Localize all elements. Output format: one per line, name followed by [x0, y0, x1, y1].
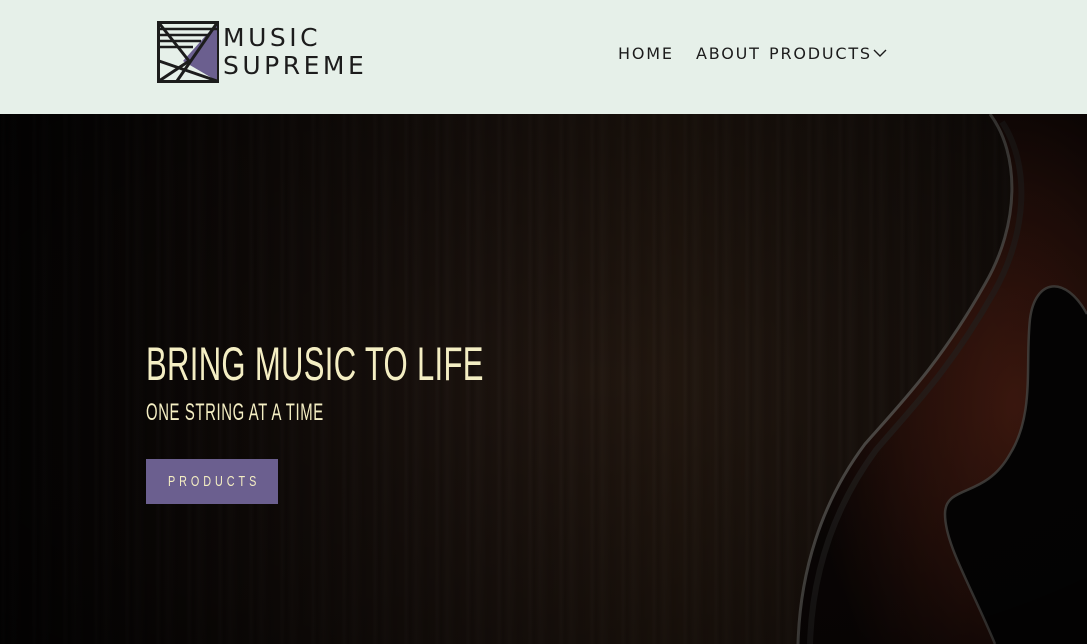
logo-text-supreme: SUPREME: [223, 51, 368, 80]
chevron-down-icon[interactable]: [873, 48, 887, 58]
nav-home-link[interactable]: HOME: [618, 44, 674, 64]
music-supreme-logo-mark-icon: [157, 21, 219, 83]
hero-subtitle: ONE STRING AT A TIME: [146, 399, 324, 426]
nav-products-link[interactable]: PRODUCTS: [769, 44, 872, 64]
site-header: MUSIC SUPREME HOME ABOUT PRODUCTS: [0, 0, 1087, 114]
hero-section: BRING MUSIC TO LIFE ONE STRING AT A TIME…: [0, 114, 1087, 644]
products-button[interactable]: PRODUCTS: [146, 459, 278, 504]
page: MUSIC SUPREME HOME ABOUT PRODUCTS BRING …: [0, 0, 1087, 644]
nav-about-link[interactable]: ABOUT: [696, 44, 761, 64]
logo-text-music: MUSIC: [223, 23, 322, 52]
hero-title: BRING MUSIC TO LIFE: [146, 337, 484, 390]
products-button-label: PRODUCTS: [168, 473, 261, 490]
